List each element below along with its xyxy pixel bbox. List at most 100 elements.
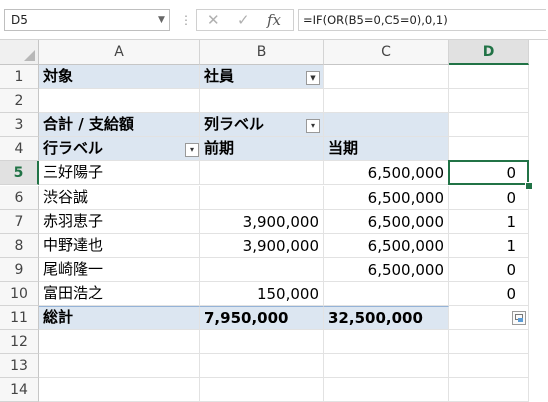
cell-value: 6,500,000 xyxy=(367,212,444,231)
cell-a10[interactable]: 富田浩之 xyxy=(39,281,200,306)
fill-handle[interactable] xyxy=(525,181,533,190)
cell-d1[interactable] xyxy=(449,65,529,90)
row-header-13[interactable]: 13 xyxy=(0,354,39,379)
cell-a9[interactable]: 尾崎隆一 xyxy=(39,257,200,282)
cell-b2[interactable] xyxy=(200,89,324,114)
cell-d13[interactable] xyxy=(449,354,529,379)
quick-analysis-icon[interactable] xyxy=(512,311,526,325)
cell-c9[interactable]: 6,500,000 xyxy=(324,257,449,282)
formula-input[interactable]: =IF(OR(B5=0,C5=0),0,1) xyxy=(298,9,546,31)
cell-a7[interactable]: 赤羽恵子 xyxy=(39,209,200,234)
cell-value: 150,000 xyxy=(256,284,319,303)
report-filter-dropdown-icon[interactable]: ▼ xyxy=(306,71,320,85)
cell-a4[interactable]: 行ラベル xyxy=(39,137,200,162)
cell-a3[interactable]: 合計 / 支給額 xyxy=(39,113,200,138)
row-header-4[interactable]: 4 xyxy=(0,137,39,162)
cell-d7[interactable]: 1 xyxy=(449,209,529,234)
row-header-1[interactable]: 1 xyxy=(0,65,39,90)
formula-bar-buttons: ✕ ✓ fx xyxy=(196,9,294,31)
cell-d12[interactable] xyxy=(449,330,529,355)
cell-c5[interactable]: 6,500,000 xyxy=(324,161,449,186)
cell-b9[interactable] xyxy=(200,257,324,282)
cell-c8[interactable]: 6,500,000 xyxy=(324,233,449,258)
cell-c11[interactable]: 32,500,000 xyxy=(324,306,449,331)
cell-b5[interactable] xyxy=(200,161,324,186)
row-header-6[interactable]: 6 xyxy=(0,185,39,210)
cell-d14[interactable] xyxy=(449,378,529,402)
row-header-3[interactable]: 3 xyxy=(0,113,39,138)
cell-b7[interactable]: 3,900,000 xyxy=(200,209,324,234)
cell-c2[interactable] xyxy=(324,89,449,114)
cell-d8[interactable]: 1 xyxy=(449,233,529,258)
row-header-5[interactable]: 5 xyxy=(0,161,39,186)
cell-value: 6,500,000 xyxy=(367,188,444,207)
cell-value: 1 xyxy=(506,212,516,231)
cell-d6[interactable]: 0 xyxy=(449,185,529,210)
cell-b6[interactable] xyxy=(200,185,324,210)
cell-value: 列ラベル xyxy=(204,115,265,134)
row-header-11[interactable]: 11 xyxy=(0,306,39,331)
cell-c1[interactable] xyxy=(324,65,449,90)
name-box[interactable]: D5 xyxy=(4,9,170,31)
cancel-icon[interactable]: ✕ xyxy=(207,10,220,30)
cell-value: 中野達也 xyxy=(43,235,104,254)
column-header-b[interactable]: B xyxy=(200,40,324,65)
row-header-7[interactable]: 7 xyxy=(0,209,39,234)
column-header-c[interactable]: C xyxy=(324,40,449,65)
cell-value: 3,900,000 xyxy=(242,212,319,231)
cell-d9[interactable]: 0 xyxy=(449,257,529,282)
cell-value: 6,500,000 xyxy=(367,260,444,279)
cell-c12[interactable] xyxy=(324,330,449,355)
formula-bar-grip-icon[interactable]: ⋮ xyxy=(180,10,192,30)
name-box-dropdown-icon[interactable]: ▼ xyxy=(158,10,165,30)
row-header-9[interactable]: 9 xyxy=(0,257,39,282)
cell-value: 6,500,000 xyxy=(367,164,444,183)
cell-value: 三好陽子 xyxy=(43,163,104,182)
insert-function-icon[interactable]: fx xyxy=(267,10,281,30)
cell-a2[interactable] xyxy=(39,89,200,114)
cell-b12[interactable] xyxy=(200,330,324,355)
cell-value: 前期 xyxy=(204,139,235,158)
cell-a12[interactable] xyxy=(39,330,200,355)
cell-a1[interactable]: 対象 xyxy=(39,65,200,90)
cell-value: 総計 xyxy=(43,308,74,327)
row-header-12[interactable]: 12 xyxy=(0,330,39,355)
row-header-8[interactable]: 8 xyxy=(0,233,39,258)
row-labels-dropdown-icon[interactable]: ▾ xyxy=(185,143,199,158)
cell-value: 32,500,000 xyxy=(328,309,423,328)
cell-b10[interactable]: 150,000 xyxy=(200,281,324,306)
cell-d10[interactable]: 0 xyxy=(449,281,529,306)
cell-a6[interactable]: 渋谷誠 xyxy=(39,185,200,210)
cell-d4[interactable] xyxy=(449,137,529,162)
cell-a13[interactable] xyxy=(39,354,200,379)
row-header-10[interactable]: 10 xyxy=(0,281,39,306)
select-all-button[interactable] xyxy=(0,40,39,65)
cell-b8[interactable]: 3,900,000 xyxy=(200,233,324,258)
cell-c3[interactable] xyxy=(324,113,449,138)
row-header-14[interactable]: 14 xyxy=(0,378,39,402)
cell-c4[interactable]: 当期 xyxy=(324,137,449,162)
cell-d2[interactable] xyxy=(449,89,529,114)
column-header-a[interactable]: A xyxy=(39,40,200,65)
column-header-d[interactable]: D xyxy=(449,40,529,65)
cell-b13[interactable] xyxy=(200,354,324,379)
cell-a5[interactable]: 三好陽子 xyxy=(39,161,200,186)
cell-d3[interactable] xyxy=(449,113,529,138)
cell-c13[interactable] xyxy=(324,354,449,379)
cell-value: 尾崎隆一 xyxy=(43,259,104,278)
cell-c14[interactable] xyxy=(324,378,449,402)
cell-b14[interactable] xyxy=(200,378,324,402)
cell-c6[interactable]: 6,500,000 xyxy=(324,185,449,210)
cell-a11[interactable]: 総計 xyxy=(39,306,200,331)
cell-a8[interactable]: 中野達也 xyxy=(39,233,200,258)
cell-b11[interactable]: 7,950,000 xyxy=(200,306,324,331)
cell-value: 対象 xyxy=(43,67,74,86)
column-labels-dropdown-icon[interactable]: ▾ xyxy=(306,119,320,134)
row-header-2[interactable]: 2 xyxy=(0,89,39,114)
cell-a14[interactable] xyxy=(39,378,200,402)
cell-c10[interactable] xyxy=(324,281,449,306)
cell-c7[interactable]: 6,500,000 xyxy=(324,209,449,234)
cell-d5[interactable]: 0 xyxy=(449,161,529,186)
enter-icon[interactable]: ✓ xyxy=(237,10,250,30)
cell-b4[interactable]: 前期 xyxy=(200,137,324,162)
